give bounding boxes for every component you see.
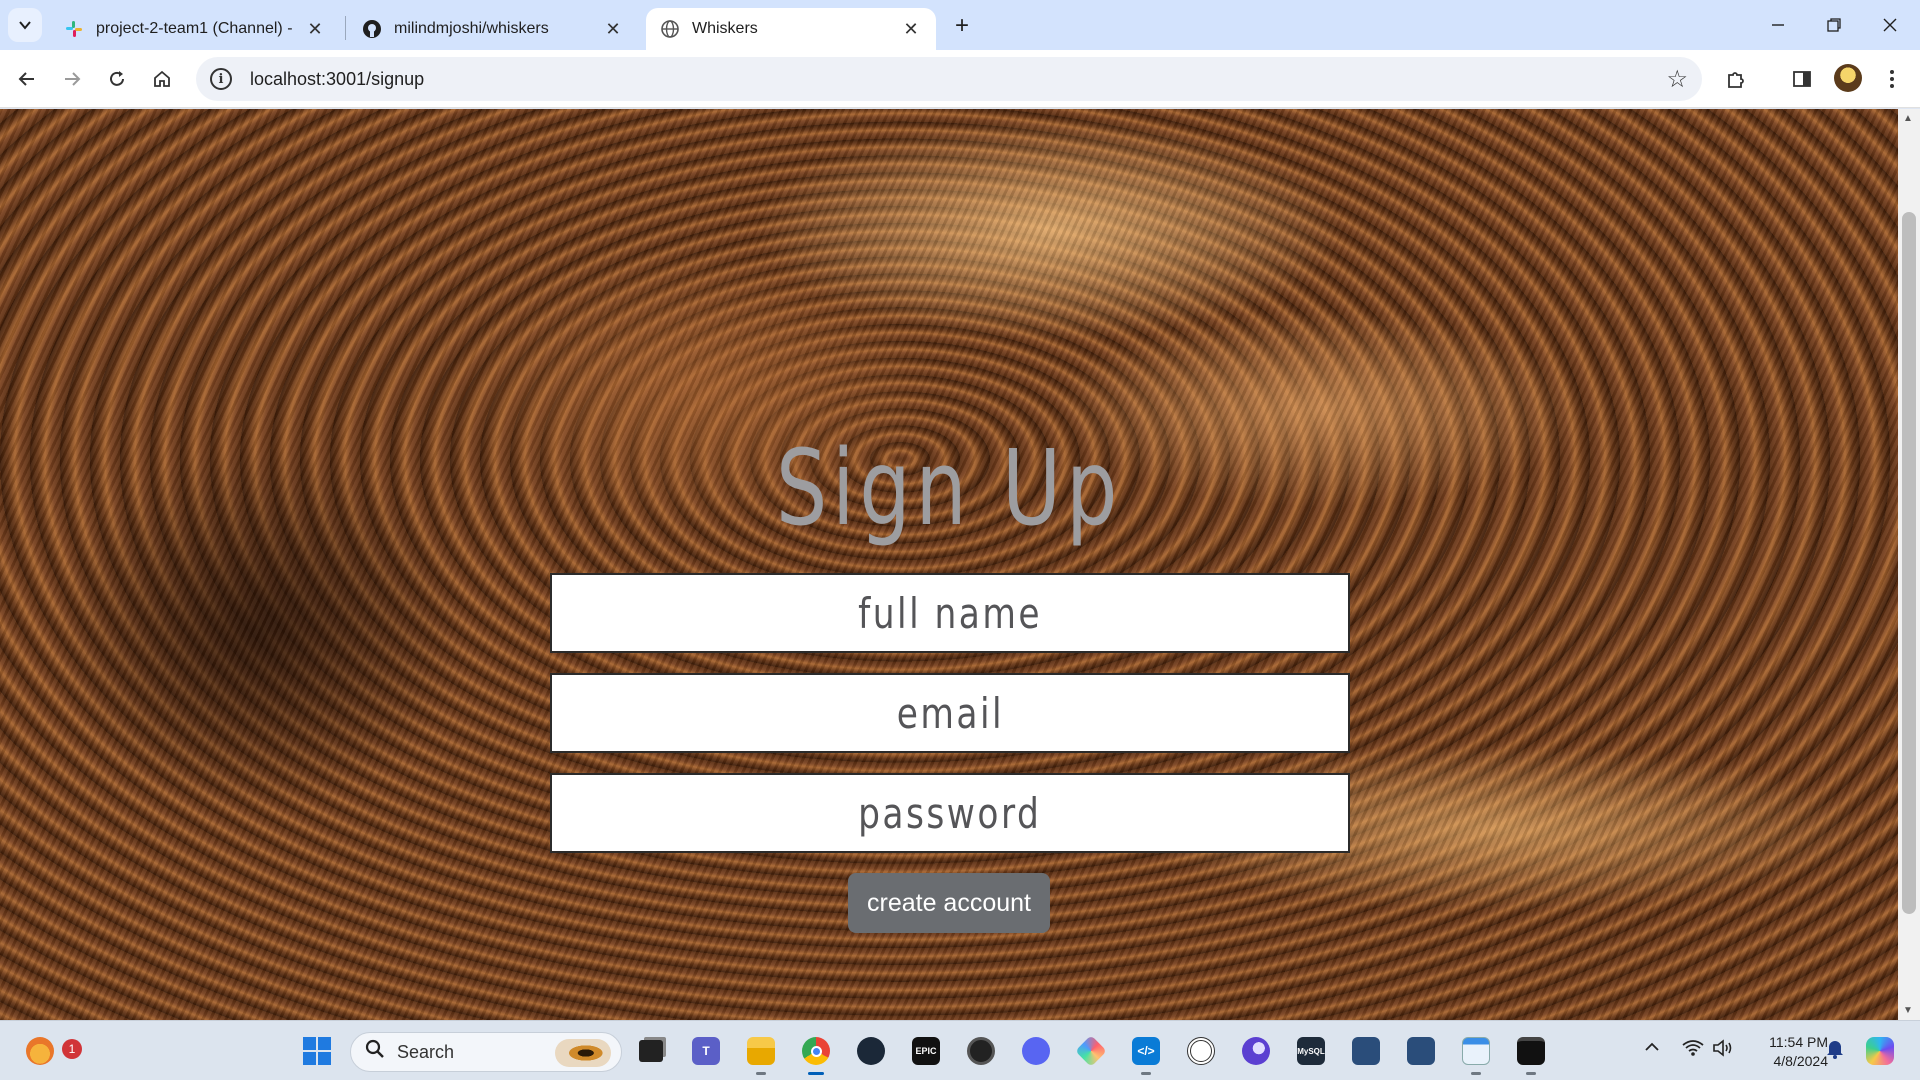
scroll-down-arrow-icon[interactable]: ▼ [1903, 1005, 1913, 1016]
minimize-icon[interactable] [1758, 10, 1798, 40]
vscode-icon[interactable]: </> [1126, 1031, 1166, 1075]
discord-icon[interactable] [1016, 1031, 1056, 1071]
app-icon[interactable] [961, 1031, 1001, 1071]
steam-icon[interactable] [851, 1031, 891, 1071]
notification-bell-icon[interactable] [1826, 1039, 1844, 1064]
task-view-icon[interactable] [631, 1031, 671, 1071]
system-clock[interactable]: 11:54 PM 4/8/2024 [1744, 1033, 1828, 1071]
password-field[interactable]: password [550, 773, 1350, 853]
running-indicator [808, 1072, 824, 1075]
sql-app-icon[interactable] [1346, 1031, 1386, 1071]
reload-icon[interactable] [99, 61, 135, 97]
chevron-up-icon[interactable] [1644, 1039, 1660, 1060]
email-placeholder: email [896, 688, 1004, 738]
tab-whiskers[interactable]: Whiskers ✕ [646, 8, 936, 50]
create-account-button[interactable]: create account [848, 873, 1050, 933]
chrome-icon[interactable] [796, 1031, 836, 1075]
windows-logo-icon [303, 1037, 331, 1065]
globe-icon [660, 19, 680, 39]
running-indicator [1526, 1072, 1536, 1075]
weather-icon [26, 1037, 54, 1065]
app-icon[interactable] [1236, 1031, 1276, 1071]
restore-icon[interactable] [1814, 10, 1854, 40]
tab-title: project-2-team1 (Channel) - UC [96, 20, 296, 37]
scroll-thumb[interactable] [1902, 212, 1916, 914]
notification-badge: 1 [62, 1039, 82, 1059]
full-name-placeholder: full name [858, 588, 1042, 638]
extensions-icon[interactable] [1718, 61, 1754, 97]
widgets-icon[interactable]: 1 [20, 1031, 82, 1071]
site-info-icon[interactable]: i [210, 68, 232, 90]
chrome-menu-icon[interactable] [1874, 61, 1910, 97]
clock-date: 4/8/2024 [1773, 1053, 1829, 1069]
tab-github[interactable]: milindmjoshi/whiskers ✕ [348, 8, 638, 50]
color-app-icon[interactable] [1071, 1031, 1111, 1071]
password-placeholder: password [858, 788, 1042, 838]
close-tab-icon[interactable]: ✕ [900, 18, 922, 40]
side-panel-icon[interactable] [1784, 61, 1820, 97]
email-field[interactable]: email [550, 673, 1350, 753]
epic-games-icon[interactable]: EPIC [906, 1031, 946, 1071]
start-button[interactable] [297, 1031, 337, 1071]
signup-form: Sign Up full name email password create … [0, 109, 1898, 1020]
page-viewport: Sign Up full name email password create … [0, 109, 1898, 1020]
close-tab-icon[interactable]: ✕ [304, 18, 326, 40]
close-tab-icon[interactable]: ✕ [602, 18, 624, 40]
tab-search-button[interactable] [8, 8, 42, 42]
file-explorer-icon[interactable] [741, 1031, 781, 1075]
url-text[interactable]: localhost:3001/signup [250, 69, 424, 90]
teams-icon[interactable]: T [686, 1031, 726, 1071]
scroll-up-arrow-icon[interactable]: ▲ [1903, 113, 1913, 124]
chevron-down-icon [19, 21, 31, 30]
mysql-workbench-icon[interactable]: MySQL [1291, 1031, 1331, 1071]
address-bar[interactable]: i localhost:3001/signup ☆ [196, 57, 1702, 101]
windows-taskbar: 1 Search T EPIC </> MySQL 11:54 PM 4/8/2… [0, 1020, 1920, 1080]
close-window-icon[interactable] [1870, 10, 1910, 40]
copilot-icon[interactable] [1860, 1031, 1900, 1071]
page-scrollbar[interactable]: ▲ ▼ [1898, 109, 1920, 1020]
github-icon [362, 19, 382, 39]
search-icon [365, 1039, 385, 1065]
tab-slack[interactable]: project-2-team1 (Channel) - UC ✕ [50, 8, 340, 50]
taskbar-search[interactable]: Search [350, 1032, 622, 1072]
new-tab-icon[interactable]: + [948, 12, 976, 40]
tab-separator [345, 16, 346, 40]
running-indicator [1471, 1072, 1481, 1075]
full-name-field[interactable]: full name [550, 573, 1350, 653]
profile-avatar[interactable] [1834, 64, 1862, 92]
wifi-icon[interactable] [1682, 1039, 1704, 1062]
running-indicator [756, 1072, 766, 1075]
app-icon[interactable] [1181, 1031, 1221, 1071]
home-icon[interactable] [144, 61, 180, 97]
back-icon[interactable] [9, 61, 45, 97]
volume-icon[interactable] [1712, 1039, 1734, 1062]
search-label: Search [397, 1041, 455, 1062]
clock-time: 11:54 PM [1769, 1034, 1828, 1050]
slack-icon [64, 19, 84, 39]
running-indicator [1141, 1072, 1151, 1075]
bookmark-star-icon[interactable]: ☆ [1666, 65, 1688, 94]
forward-icon[interactable] [54, 61, 90, 97]
tab-strip: project-2-team1 (Channel) - UC ✕ milindm… [0, 0, 1920, 50]
browser-toolbar: i localhost:3001/signup ☆ [0, 50, 1920, 108]
terminal-icon[interactable] [1511, 1031, 1551, 1075]
notepad-icon[interactable] [1456, 1031, 1496, 1075]
page-title: Sign Up [775, 427, 1123, 549]
sql-app-icon[interactable] [1401, 1031, 1441, 1071]
tab-title: Whiskers [692, 20, 758, 37]
tab-title: milindmjoshi/whiskers [394, 20, 549, 37]
search-highlight-image [555, 1039, 611, 1067]
